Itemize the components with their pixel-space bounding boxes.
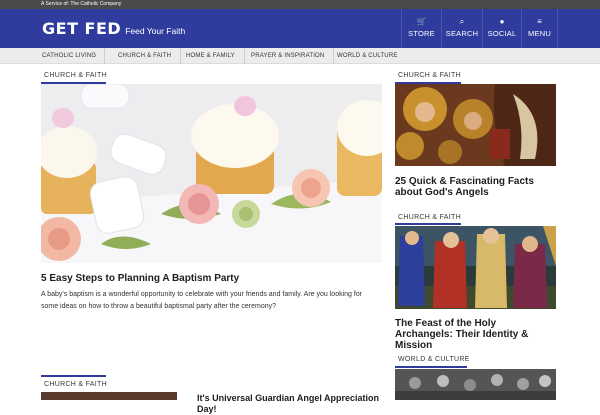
main-section-label[interactable]: CHURCH & FAITH <box>44 72 107 79</box>
main-article-headline[interactable]: 5 Easy Steps to Planning A Baptism Party <box>41 273 381 284</box>
sidebar-3-section-label[interactable]: WORLD & CULTURE <box>398 356 470 363</box>
section-divider <box>41 375 106 377</box>
category-world-culture[interactable]: WORLD & CULTURE <box>337 48 398 64</box>
world-culture-image[interactable] <box>395 369 556 400</box>
social-label: SOCIAL <box>487 29 517 38</box>
category-church-faith[interactable]: CHURCH & FAITH <box>118 48 182 64</box>
baptism-party-image[interactable] <box>41 84 382 263</box>
main-article-excerpt: A baby's baptism is a wonderful opportun… <box>41 291 363 310</box>
service-text[interactable]: A Service of: The Catholic Company <box>41 0 121 9</box>
sidebar-2-section-label[interactable]: CHURCH & FAITH <box>398 214 461 221</box>
category-nav: CATHOLIC LIVING CHURCH & FAITH HOME & FA… <box>0 48 600 64</box>
menu-label: MENU <box>528 29 551 38</box>
cupcake-photo <box>41 84 382 263</box>
crowd-photo <box>395 369 556 400</box>
guardian-angel-image[interactable] <box>41 392 177 400</box>
section-divider <box>395 366 467 368</box>
angels-painting-image[interactable] <box>395 84 556 166</box>
store-button[interactable]: 🛒 STORE <box>401 9 441 48</box>
second-section-label[interactable]: CHURCH & FAITH <box>44 381 107 388</box>
logo-text: GET FED <box>42 19 122 38</box>
logo-tagline: Feed Your Faith <box>125 26 186 36</box>
store-label: STORE <box>408 29 435 38</box>
social-button[interactable]: ● SOCIAL <box>482 9 521 48</box>
menu-button[interactable]: ≡ MENU <box>521 9 558 48</box>
sidebar-1-headline[interactable]: 25 Quick & Fascinating Facts about God's… <box>395 176 556 198</box>
category-prayer-inspiration[interactable]: PRAYER & INSPIRATION <box>251 48 335 64</box>
search-label: SEARCH <box>445 29 479 38</box>
category-catholic-living[interactable]: CATHOLIC LIVING <box>42 48 106 64</box>
category-home-family[interactable]: HOME & FAMILY <box>186 48 245 64</box>
archangels-painting <box>395 226 556 309</box>
site-logo[interactable]: GET FED Feed Your Faith <box>42 20 185 38</box>
search-button[interactable]: ⌕ SEARCH <box>441 9 482 48</box>
site-header: GET FED Feed Your Faith 🛒 STORE ⌕ SEARCH… <box>0 9 600 48</box>
second-article-headline[interactable]: It's Universal Guardian Angel Appreciati… <box>197 393 382 415</box>
sidebar-2-headline[interactable]: The Feast of the Holy Archangels: Their … <box>395 318 556 351</box>
menu-icon: ≡ <box>537 17 542 26</box>
archangels-painting-image[interactable] <box>395 226 556 309</box>
section-divider <box>395 223 461 225</box>
cart-icon: 🛒 <box>416 17 427 26</box>
user-icon: ● <box>499 17 505 26</box>
search-icon: ⌕ <box>459 17 465 26</box>
angels-fresco <box>395 84 556 166</box>
sidebar-1-section-label[interactable]: CHURCH & FAITH <box>398 72 461 79</box>
service-bar: A Service of: The Catholic Company <box>0 0 600 9</box>
